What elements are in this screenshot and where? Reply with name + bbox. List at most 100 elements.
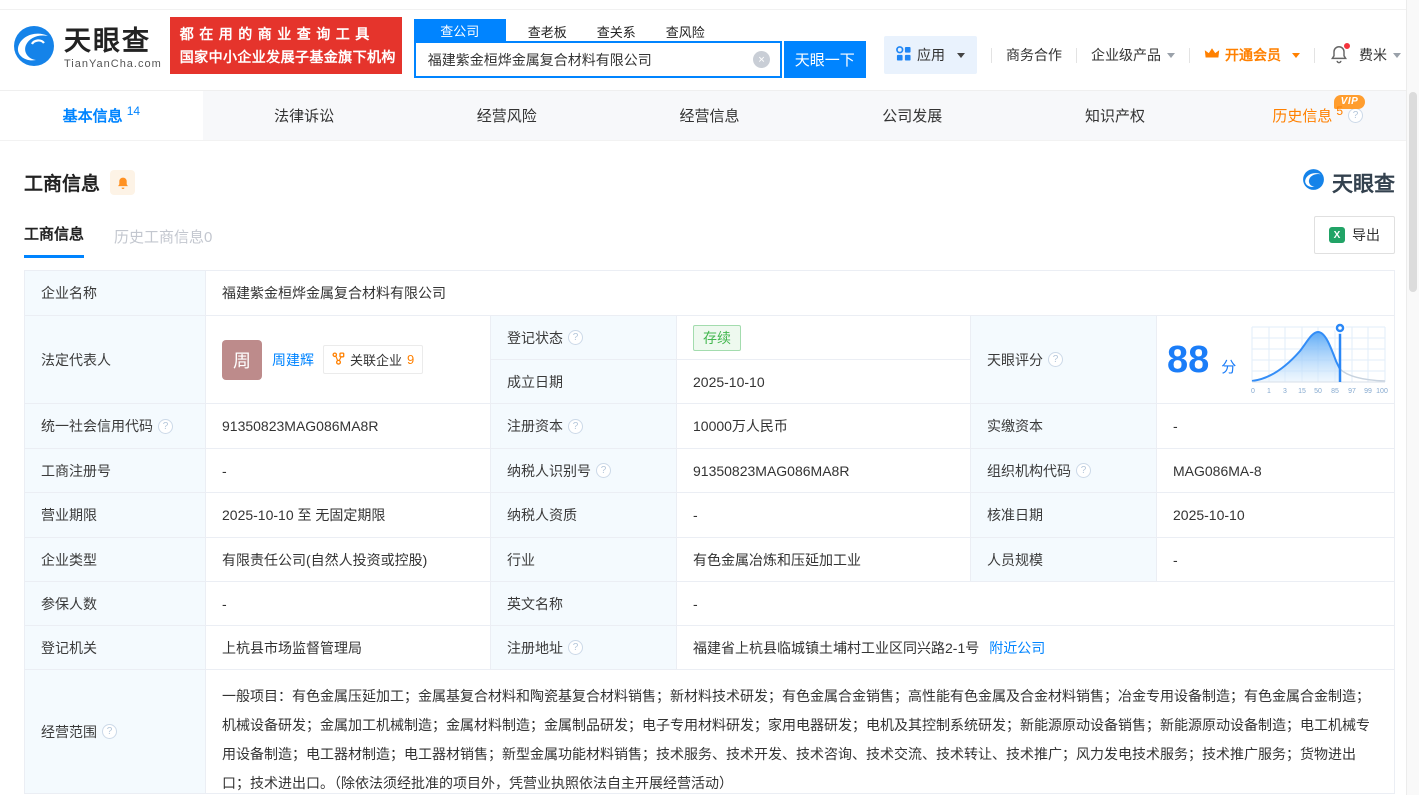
search-tab-risk[interactable]: 查风险	[666, 22, 705, 41]
business-info-table: 企业名称 福建紫金桓烨金属复合材料有限公司 法定代表人 周 周建辉	[24, 270, 1395, 794]
value-text: -	[693, 507, 698, 523]
subtabs-row: 工商信息 历史工商信息0 导出	[24, 216, 1395, 258]
tab-label: 历史信息	[1272, 105, 1332, 126]
label-text: 组织机构代码	[987, 461, 1071, 481]
apps-label: 应用	[917, 45, 945, 65]
nearby-companies-link[interactable]: 附近公司	[989, 638, 1045, 658]
field-value-staff-size: -	[1157, 538, 1395, 582]
field-label-approval-date: 核准日期	[971, 493, 1157, 538]
field-value-insured-count: -	[206, 582, 491, 626]
field-value-establish-date: 2025-10-10	[677, 360, 971, 404]
label-text: 注册地址	[507, 638, 563, 658]
search-button[interactable]: 天眼一下	[784, 41, 866, 78]
section-header: 工商信息 天眼查	[24, 167, 1395, 198]
label-text: 参保人数	[41, 594, 97, 614]
tab-history-info[interactable]: VIP 历史信息 5	[1216, 91, 1419, 140]
watermark-text: 天眼查	[1332, 168, 1395, 198]
svg-text:1: 1	[1267, 388, 1271, 395]
tab-basic-info[interactable]: 基本信息 14	[0, 91, 203, 140]
scrollbar-thumb[interactable]	[1409, 92, 1417, 292]
top-strip	[0, 0, 1419, 10]
tab-operation-info[interactable]: 经营信息	[608, 91, 811, 140]
nav-enterprise[interactable]: 企业级产品	[1091, 45, 1175, 65]
help-icon[interactable]	[568, 330, 583, 345]
scrollbar[interactable]	[1406, 0, 1419, 795]
brand-name: 天眼查	[64, 27, 162, 57]
apps-button[interactable]: 应用	[884, 36, 977, 74]
field-label-paid-capital: 实缴资本	[971, 404, 1157, 449]
tab-label: 基本信息	[63, 105, 123, 126]
logo[interactable]: 天眼查 TianYanCha.com	[10, 22, 162, 75]
label-text: 统一社会信用代码	[41, 416, 153, 436]
svg-text:85: 85	[1331, 388, 1339, 395]
field-value-reg-address: 福建省上杭县临城镇土埔村工业区同兴路2-1号 附近公司	[677, 626, 1395, 670]
help-icon[interactable]	[568, 419, 583, 434]
search-input[interactable]	[416, 43, 780, 76]
search-tab-company[interactable]: 查公司	[414, 19, 506, 41]
field-value-company-type: 有限责任公司(自然人投资或控股)	[206, 538, 491, 582]
tab-label: 知识产权	[1085, 105, 1145, 126]
related-label: 关联企业	[350, 350, 402, 369]
subtab-business-info[interactable]: 工商信息	[24, 223, 84, 258]
help-icon[interactable]	[102, 724, 117, 739]
field-value-industry: 有色金属冶炼和压延加工业	[677, 538, 971, 582]
field-label-english-name: 英文名称	[491, 582, 677, 626]
related-companies-badge[interactable]: 关联企业 9	[323, 345, 423, 374]
help-icon[interactable]	[1076, 463, 1091, 478]
chevron-down-icon	[1393, 53, 1401, 58]
svg-text:0: 0	[1251, 388, 1255, 395]
nav-vip[interactable]: 开通会员	[1204, 45, 1300, 65]
export-button[interactable]: 导出	[1314, 216, 1395, 254]
tab-company-development[interactable]: 公司发展	[811, 91, 1014, 140]
tab-count: 5	[1336, 104, 1343, 118]
field-value-business-scope: 一般项目：有色金属压延加工；金属基复合材料和陶瓷基复合材料销售；新材料技术研发；…	[206, 670, 1395, 794]
field-label-org-code: 组织机构代码	[971, 449, 1157, 493]
label-text: 成立日期	[507, 372, 563, 392]
search-tab-relation[interactable]: 查关系	[597, 22, 636, 41]
help-icon[interactable]	[158, 419, 173, 434]
tianyancha-eye-icon	[1301, 167, 1326, 198]
avatar[interactable]: 周	[222, 340, 262, 380]
tab-operation-risk[interactable]: 经营风险	[405, 91, 608, 140]
user-menu[interactable]: 费米	[1359, 45, 1401, 65]
help-icon[interactable]	[1048, 352, 1063, 367]
field-value-reg-number: -	[206, 449, 491, 493]
value-text: 有色金属冶炼和压延加工业	[693, 550, 861, 570]
value-text: -	[222, 463, 227, 479]
search-box	[414, 41, 782, 78]
field-label-company-type: 企业类型	[25, 538, 206, 582]
nav-cooperation[interactable]: 商务合作	[1006, 45, 1062, 65]
page: 天眼查 TianYanCha.com 都在用的商业查询工具 国家中小企业发展子基…	[0, 0, 1419, 795]
search-tab-boss[interactable]: 查老板	[528, 22, 567, 41]
divider	[1314, 48, 1315, 63]
subtab-history-business-info[interactable]: 历史工商信息0	[114, 226, 212, 258]
help-icon[interactable]	[568, 640, 583, 655]
label-text: 实缴资本	[987, 416, 1043, 436]
tianyancha-eye-icon	[10, 22, 58, 75]
value-text: 2025-10-10	[1173, 507, 1245, 523]
svg-text:97: 97	[1348, 388, 1356, 395]
vip-label: 开通会员	[1225, 45, 1281, 65]
field-value-taxpayer-id: 91350823MAG086MA8R	[677, 449, 971, 493]
field-label-reg-status: 登记状态	[491, 316, 677, 360]
help-icon[interactable]	[596, 463, 611, 478]
top-nav: 应用 商务合作 企业级产品 开通会员	[884, 36, 1401, 74]
field-label-taxpayer-qualification: 纳税人资质	[491, 493, 677, 538]
network-icon	[332, 352, 345, 368]
clear-icon[interactable]	[753, 51, 770, 68]
tab-count: 14	[127, 104, 140, 118]
tab-legal[interactable]: 法律诉讼	[203, 91, 406, 140]
field-label-legal-rep: 法定代表人	[25, 316, 206, 404]
help-icon[interactable]	[1348, 108, 1363, 123]
value-text: MAG086MA-8	[1173, 463, 1262, 479]
field-label-reg-address: 注册地址	[491, 626, 677, 670]
label-text: 工商注册号	[41, 461, 111, 481]
status-badge: 存续	[693, 325, 741, 351]
label-text: 天眼评分	[987, 350, 1043, 370]
subscribe-bell-icon[interactable]	[110, 170, 135, 195]
field-label-credit-code: 统一社会信用代码	[25, 404, 206, 449]
value-text: -	[693, 596, 698, 612]
notification-bell-icon[interactable]	[1329, 44, 1349, 67]
legal-rep-link[interactable]: 周建辉	[272, 350, 314, 370]
tab-intellectual-property[interactable]: 知识产权	[1014, 91, 1217, 140]
